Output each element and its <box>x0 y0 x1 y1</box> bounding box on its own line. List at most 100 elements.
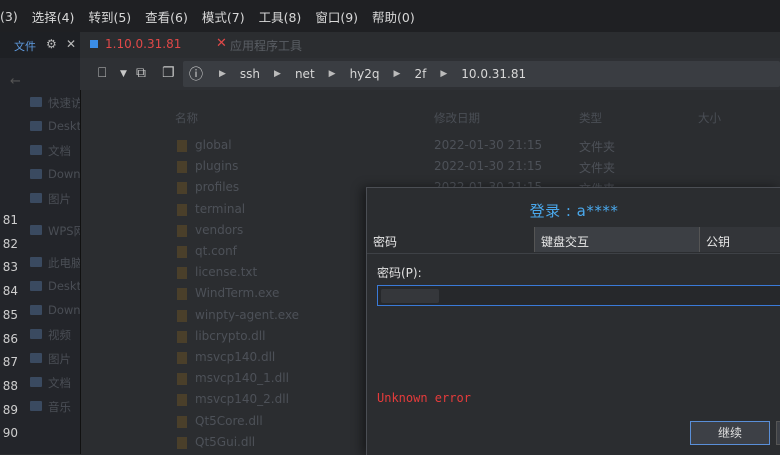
dialog-title: 登录 : a**** <box>529 202 619 220</box>
menu-item-help[interactable]: 帮助(0) <box>372 7 415 26</box>
tree-item[interactable]: Desktop <box>0 116 80 138</box>
info-icon[interactable]: ⓘ <box>189 64 205 84</box>
tree-item[interactable]: 图片 <box>0 188 80 210</box>
redacted-password-mask <box>381 289 439 303</box>
file-icon <box>177 288 187 301</box>
tab-public-key[interactable]: 公钥 <box>699 227 780 252</box>
file-row[interactable]: global 2022-01-30 21:15 文件夹 <box>80 135 780 156</box>
tree-item-label: Desktop <box>48 119 81 133</box>
file-date: 2022-01-30 21:15 <box>434 138 543 152</box>
file-name: winpty-agent.exe <box>195 307 300 322</box>
column-header-size[interactable]: 大小 <box>698 110 721 126</box>
file-row[interactable]: plugins 2022-01-30 21:15 文件夹 <box>80 156 780 177</box>
tree-item[interactable]: Downloads <box>0 164 80 186</box>
column-header-type[interactable]: 类型 <box>579 110 602 126</box>
line-number: 90 <box>2 426 18 441</box>
file-name: WindTerm.exe <box>195 286 280 301</box>
file-name: libcrypto.dll <box>195 328 266 343</box>
menu-item-goto[interactable]: 转到(5) <box>88 7 131 26</box>
breadcrumb-ssh[interactable]: ssh <box>240 67 260 81</box>
file-type: 文件夹 <box>579 161 616 176</box>
cancel-button[interactable] <box>776 421 780 445</box>
tab-keyboard-interactive[interactable]: 键盘交互 <box>534 227 699 252</box>
folder-icon <box>30 305 42 315</box>
file-name: Qt5Gui.dll <box>195 434 256 449</box>
tree-item-label: Desktop <box>48 279 81 293</box>
tree-item-label: 图片 <box>48 192 71 206</box>
tree-item-label: 图片 <box>48 352 71 366</box>
file-icon <box>177 246 187 258</box>
file-icon <box>177 352 187 364</box>
explorer-tab-label: 文件 <box>14 40 36 53</box>
menu-item-select[interactable]: 选择(4) <box>32 7 75 26</box>
error-message: Unknown error <box>377 391 471 405</box>
explorer-tab[interactable]: 文件 ⚙ ✕ <box>0 32 80 58</box>
tree-item[interactable]: 快速访问 <box>0 92 80 114</box>
tab-password[interactable]: 密码 <box>367 227 534 252</box>
chevron-right-icon: ▶ <box>393 69 401 79</box>
folder-icon <box>30 145 42 155</box>
file-name: global <box>195 138 232 152</box>
continue-button[interactable]: 继续 <box>690 421 770 445</box>
explorer-panel: 文件 ⚙ ✕ ← 快速访问 Desktop 文档 Downloads 图片 WPS网盘此电… <box>0 32 81 454</box>
menu-item-mode[interactable]: 模式(7) <box>202 7 245 26</box>
menu-item-3[interactable]: (3) <box>0 9 18 24</box>
tree-item-label: 视频 <box>48 328 71 342</box>
back-arrow-icon[interactable]: ← <box>10 74 21 89</box>
terminal-tab-icon <box>90 40 98 48</box>
folder-icon <box>30 281 42 291</box>
breadcrumb-2f[interactable]: 2f <box>414 67 426 81</box>
file-icon <box>177 436 187 449</box>
new-window-icon[interactable]: ⧉ <box>136 65 146 81</box>
file-name: msvcp140_1.dll <box>195 371 289 386</box>
copy-icon[interactable]: ❐ <box>162 65 175 81</box>
file-icon <box>177 161 187 174</box>
tree-item-label: 文档 <box>48 376 71 390</box>
line-number: 82 <box>2 236 18 251</box>
breadcrumb-host[interactable]: 10.0.31.81 <box>461 67 526 81</box>
file-name: qt.conf <box>195 244 237 258</box>
file-icon <box>177 182 187 195</box>
menu-item-view[interactable]: 查看(6) <box>145 7 188 26</box>
file-icon <box>177 267 187 280</box>
menu-item-window[interactable]: 窗口(9) <box>315 7 358 26</box>
tree-item-label: WPS网盘 <box>48 224 80 238</box>
column-header-name[interactable]: 名称 <box>175 110 198 126</box>
folder-icon <box>30 377 42 387</box>
file-icon <box>177 140 187 152</box>
chevron-down-icon[interactable]: ▼ <box>120 69 127 79</box>
gear-icon[interactable]: ⚙ <box>46 37 57 51</box>
folder-icon <box>30 353 42 363</box>
tree-item-label: Downloads <box>48 167 81 181</box>
folder-icon <box>30 97 42 107</box>
toolbar: ⎕ ▼ ⧉ ❐ ⓘ ▶ ssh ▶ net ▶ hy2q ▶ 2f ▶ 10.0… <box>80 58 780 90</box>
file-type: 文件夹 <box>579 140 616 154</box>
close-icon[interactable]: ✕ <box>66 37 76 51</box>
tab-app-tools[interactable]: 应用程序工具 <box>230 37 302 54</box>
folder-icon <box>30 169 42 179</box>
line-number: 88 <box>2 378 18 393</box>
file-date: 2022-01-30 21:15 <box>434 159 543 174</box>
chevron-right-icon: ▶ <box>274 69 281 79</box>
folder-icon <box>30 225 42 235</box>
column-header-date[interactable]: 修改日期 <box>434 110 480 126</box>
tab-bar: 1.10.0.31.81 ✕ 应用程序工具 <box>80 32 780 58</box>
tree-item-label: 文档 <box>48 144 71 158</box>
menu-item-tools[interactable]: 工具(8) <box>259 7 302 26</box>
line-number: 85 <box>2 307 18 322</box>
folder-icon <box>30 193 42 203</box>
tree-item[interactable]: 文档 <box>0 140 80 162</box>
breadcrumb-hy2q[interactable]: hy2q <box>350 67 380 81</box>
tree-item-label: 音乐 <box>48 400 71 414</box>
close-icon[interactable]: ✕ <box>216 36 227 51</box>
breadcrumb: ⓘ ▶ ssh ▶ net ▶ hy2q ▶ 2f ▶ 10.0.31.81 <box>183 61 780 87</box>
file-name: Qt5Core.dll <box>195 413 263 428</box>
new-file-icon[interactable]: ⎕ <box>98 65 106 81</box>
breadcrumb-net[interactable]: net <box>295 67 315 81</box>
auth-tabs: 密码 键盘交互 公钥 <box>367 227 780 254</box>
password-label: 密码(P): <box>377 266 422 280</box>
chevron-right-icon: ▶ <box>440 69 448 79</box>
line-number: 87 <box>2 355 18 370</box>
tab-session[interactable]: 1.10.0.31.81 <box>105 37 181 51</box>
menu-bar: (3) 选择(4) 转到(5) 查看(6) 模式(7) 工具(8) 窗口(9) … <box>0 0 780 33</box>
